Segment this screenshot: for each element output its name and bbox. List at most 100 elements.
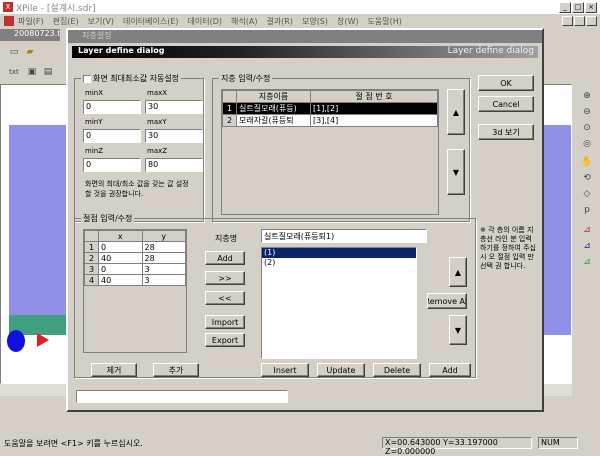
layer-down-button[interactable]: ▼ bbox=[447, 149, 465, 195]
pan-hand-icon[interactable]: ✋ bbox=[581, 156, 593, 168]
add-point-to-list-button[interactable]: Add bbox=[205, 251, 245, 265]
app-titlebar: X XPile - [설계시.sdr] _ □ × bbox=[0, 0, 600, 14]
menu-file[interactable]: 파일(F) bbox=[18, 16, 44, 27]
point-row[interactable]: 1 0 28 bbox=[84, 241, 186, 253]
view-icon[interactable]: ◇ bbox=[581, 188, 593, 200]
menu-database[interactable]: 데이터베이스(E) bbox=[123, 16, 178, 27]
selected-point-item[interactable]: (1) bbox=[262, 248, 416, 258]
app-icon: X bbox=[3, 2, 13, 12]
maxx-field[interactable]: 30 bbox=[145, 100, 203, 114]
menu-window[interactable]: 창(W) bbox=[337, 16, 359, 27]
point-row[interactable]: 4 40 3 bbox=[84, 274, 186, 286]
cancel-button[interactable]: Cancel bbox=[478, 96, 534, 112]
txt-icon[interactable]: txt bbox=[8, 66, 20, 78]
point-x[interactable]: 0 bbox=[98, 263, 143, 275]
point-row[interactable]: 3 0 3 bbox=[84, 263, 186, 275]
doc-close-button[interactable] bbox=[586, 16, 597, 26]
maximize-button[interactable]: □ bbox=[572, 1, 584, 13]
maxx-label: maxX bbox=[147, 89, 168, 97]
delete-layer-button[interactable]: Delete bbox=[373, 363, 421, 377]
remove-all-button[interactable]: Remove All bbox=[427, 293, 467, 309]
axis-yz-icon[interactable]: ⊿ bbox=[581, 256, 593, 268]
zoom-out-icon[interactable]: ⊖ bbox=[581, 106, 593, 118]
ok-button[interactable]: OK bbox=[478, 75, 534, 91]
layer-row-name[interactable]: 모래자갈(퓨등퇴 bbox=[236, 114, 311, 127]
minimize-button[interactable]: _ bbox=[559, 1, 571, 13]
menu-data[interactable]: 데이터(D) bbox=[188, 16, 222, 27]
move-left-button[interactable]: << bbox=[205, 291, 245, 305]
close-button[interactable]: × bbox=[585, 1, 597, 13]
add-point-button[interactable]: 추가 bbox=[153, 363, 199, 377]
auto-setting-label: 화면 최대최소값 자동설정 bbox=[93, 74, 180, 83]
zoom-in-icon[interactable]: ⊕ bbox=[581, 90, 593, 102]
menu-edit[interactable]: 편집(E) bbox=[53, 16, 79, 27]
print-icon[interactable]: ▤ bbox=[42, 66, 54, 78]
point-x[interactable]: 40 bbox=[98, 274, 143, 286]
layer-col-name: 지층이름 bbox=[236, 90, 311, 103]
perspective-icon[interactable]: p bbox=[581, 204, 593, 216]
app-title: XPile - [설계시.sdr] bbox=[16, 3, 96, 14]
layer-row-points[interactable]: [3],[4] bbox=[310, 114, 438, 127]
export-button[interactable]: Export bbox=[205, 333, 245, 347]
zoom-window-icon[interactable]: ⊙ bbox=[581, 122, 593, 134]
axis-xz-icon[interactable]: ⊿ bbox=[581, 240, 593, 252]
point-up-button[interactable]: ▲ bbox=[449, 257, 467, 287]
update-layer-button[interactable]: Update bbox=[317, 363, 365, 377]
point-row-index: 2 bbox=[84, 252, 99, 264]
save-icon[interactable]: ▣ bbox=[26, 66, 38, 78]
point-x[interactable]: 40 bbox=[98, 252, 143, 264]
layer-name-field[interactable]: 실트질모래(퓨등퇴1) bbox=[261, 229, 427, 243]
selected-point-item[interactable]: (2) bbox=[262, 258, 416, 268]
view-3d-button[interactable]: 3d 보기 bbox=[478, 124, 534, 140]
doc-restore-button[interactable] bbox=[574, 16, 585, 26]
move-right-button[interactable]: >> bbox=[205, 271, 245, 285]
dialog-title: 지층설정 bbox=[82, 31, 112, 40]
layer-col-points: 절 점 번 호 bbox=[310, 90, 438, 103]
minz-label: minZ bbox=[85, 147, 103, 155]
layer-row-name[interactable]: 실트질모래(퓨등) bbox=[236, 102, 311, 115]
auto-setting-group: 화면 최대최소값 자동설정 minX maxX 0 30 minY maxY 0… bbox=[74, 73, 204, 222]
maxy-label: maxY bbox=[147, 118, 167, 126]
open-folder-icon[interactable]: ▰ bbox=[24, 46, 36, 58]
rotate-icon[interactable]: ⟲ bbox=[581, 172, 593, 184]
point-input-group: 절점 입력/수정 x y 1 0 28 2 40 28 3 0 3 4 40 3… bbox=[74, 213, 476, 378]
layer-row[interactable]: 1 실트질모래(퓨등) [1],[2] bbox=[222, 102, 438, 115]
point-down-button[interactable]: ▼ bbox=[449, 315, 467, 345]
menu-help[interactable]: 도움말(H) bbox=[368, 16, 402, 27]
doc-minimize-button[interactable] bbox=[562, 16, 573, 26]
point-y[interactable]: 3 bbox=[141, 274, 186, 286]
miny-field[interactable]: 0 bbox=[83, 129, 141, 143]
add-layer-button[interactable]: Add bbox=[429, 363, 471, 377]
maxy-field[interactable]: 30 bbox=[145, 129, 203, 143]
minx-field[interactable]: 0 bbox=[83, 100, 141, 114]
new-file-icon[interactable]: ▭ bbox=[8, 46, 20, 58]
axis-xyz-icon[interactable]: ⊿ bbox=[581, 224, 593, 236]
selected-points-list[interactable]: (1) (2) bbox=[261, 247, 417, 359]
menu-view[interactable]: 보기(V) bbox=[88, 16, 114, 27]
zoom-all-icon[interactable]: ◎ bbox=[581, 138, 593, 150]
point-y[interactable]: 3 bbox=[141, 263, 186, 275]
import-button[interactable]: Import bbox=[205, 315, 245, 329]
minz-field[interactable]: 0 bbox=[83, 158, 141, 172]
point-col-y: y bbox=[141, 230, 186, 242]
layer-up-button[interactable]: ▲ bbox=[447, 89, 465, 135]
menu-analysis[interactable]: 해석(A) bbox=[231, 16, 257, 27]
menu-shape[interactable]: 모양(S) bbox=[302, 16, 328, 27]
point-x[interactable]: 0 bbox=[98, 241, 143, 253]
delete-point-button[interactable]: 제거 bbox=[91, 363, 137, 377]
insert-layer-button[interactable]: Insert bbox=[261, 363, 309, 377]
layer-dialog: 지층설정 Layer define dialog Layer define di… bbox=[66, 28, 544, 412]
point-y[interactable]: 28 bbox=[141, 252, 186, 264]
auto-setting-note: 화면의 최대/최소 값을 갖는 값 설정 할 것을 권장합니다. bbox=[85, 180, 189, 198]
point-row[interactable]: 2 40 28 bbox=[84, 252, 186, 264]
layer-row-points[interactable]: [1],[2] bbox=[310, 102, 438, 115]
status-num: NUM bbox=[538, 437, 578, 449]
auto-setting-checkbox[interactable] bbox=[83, 74, 91, 83]
maxz-field[interactable]: 80 bbox=[145, 158, 203, 172]
menu-result[interactable]: 결과(R) bbox=[266, 16, 293, 27]
doc-menu-icon[interactable] bbox=[4, 16, 14, 26]
minx-label: minX bbox=[85, 89, 103, 97]
layer-row-index: 2 bbox=[222, 114, 237, 127]
point-y[interactable]: 28 bbox=[141, 241, 186, 253]
layer-row[interactable]: 2 모래자갈(퓨등퇴 [3],[4] bbox=[222, 114, 438, 127]
